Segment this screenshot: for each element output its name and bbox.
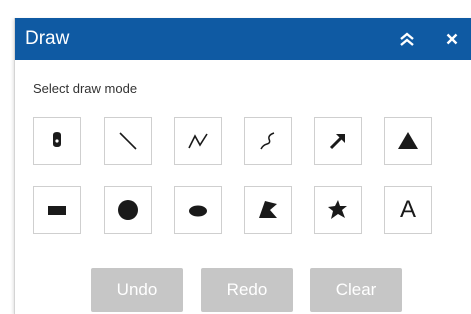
freehand-polygon-tool-button[interactable] xyxy=(314,186,362,234)
ellipse-icon xyxy=(189,205,207,217)
undo-button[interactable]: Undo xyxy=(91,268,183,312)
select-draw-mode-label: Select draw mode xyxy=(33,81,138,96)
rectangle-tool-button[interactable] xyxy=(33,186,81,234)
redo-button[interactable]: Redo xyxy=(201,268,293,312)
freehand-polyline-icon xyxy=(260,132,275,150)
freehand-polygon-icon xyxy=(328,200,347,219)
circle-tool-button[interactable] xyxy=(104,186,152,234)
triangle-icon xyxy=(398,132,418,149)
text-icon: A xyxy=(399,196,416,223)
panel-header: Draw xyxy=(15,18,471,60)
line-tool-button[interactable] xyxy=(104,117,152,165)
draw-panel: Draw Select draw mode A Undo Redo Clear xyxy=(14,18,471,314)
polygon-icon xyxy=(259,201,277,218)
panel-title: Draw xyxy=(25,28,70,49)
rectangle-icon xyxy=(48,206,66,215)
freehand-polyline-tool-button[interactable] xyxy=(244,117,292,165)
arrow-tool-button[interactable] xyxy=(314,117,362,165)
double-chevron-up-icon xyxy=(400,32,414,46)
polygon-tool-button[interactable] xyxy=(244,186,292,234)
point-tool-button[interactable] xyxy=(33,117,81,165)
point-icon xyxy=(53,132,61,147)
collapse-button[interactable] xyxy=(395,27,419,51)
close-icon xyxy=(446,33,458,45)
close-button[interactable] xyxy=(440,27,464,51)
ellipse-tool-button[interactable] xyxy=(174,186,222,234)
polyline-icon xyxy=(188,133,208,149)
polyline-tool-button[interactable] xyxy=(174,117,222,165)
clear-button[interactable]: Clear xyxy=(310,268,402,312)
line-icon xyxy=(119,132,137,150)
triangle-tool-button[interactable] xyxy=(384,117,432,165)
arrow-icon xyxy=(329,134,345,150)
circle-icon xyxy=(118,200,138,220)
text-tool-button[interactable]: A xyxy=(384,186,432,234)
